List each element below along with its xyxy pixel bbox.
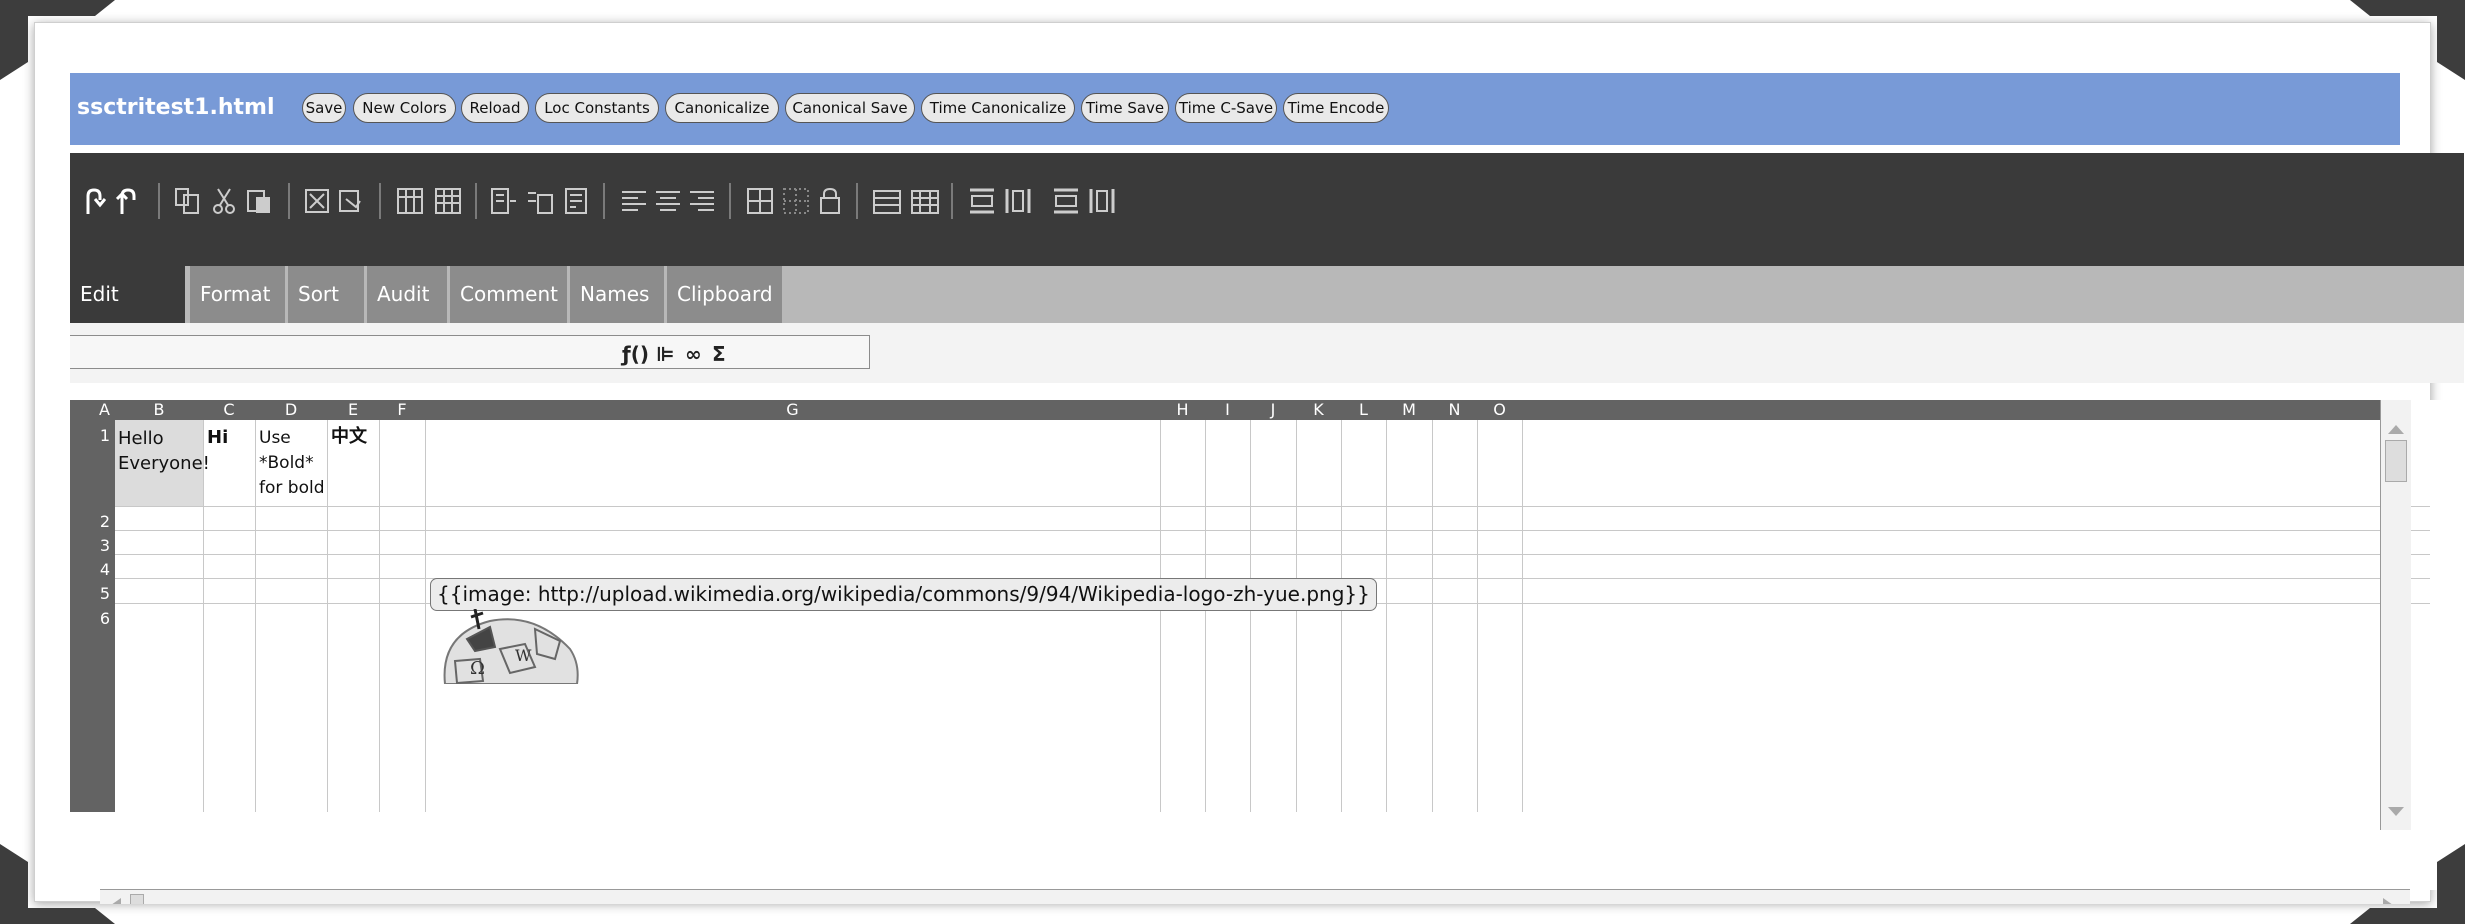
fill-down-icon[interactable]	[490, 187, 518, 215]
col-header-m[interactable]: M	[1386, 400, 1432, 420]
align-left-icon[interactable]	[620, 189, 648, 213]
col-header-k[interactable]: K	[1296, 400, 1341, 420]
delete-rows-icon[interactable]	[1052, 187, 1080, 215]
new-colors-button[interactable]: New Colors	[353, 93, 456, 123]
col-header-j[interactable]: J	[1250, 400, 1296, 420]
col-header-f[interactable]: F	[379, 400, 425, 420]
col-header-h[interactable]: H	[1160, 400, 1205, 420]
scroll-up-icon[interactable]	[2386, 422, 2406, 436]
no-borders-icon[interactable]	[782, 187, 810, 215]
row-header-5[interactable]: 5	[70, 584, 110, 603]
spreadsheet-app: ssctritest1.html Save New Colors Reload …	[70, 73, 2464, 904]
horizontal-scroll-thumb[interactable]	[130, 894, 144, 904]
tab-audit[interactable]: Audit	[367, 266, 447, 323]
formula-row: ƒ() ⊫ ∞ Σ	[70, 323, 2464, 383]
cut-icon[interactable]	[212, 187, 236, 215]
flag-icon[interactable]: ⊫	[656, 339, 674, 369]
canonical-save-button[interactable]: Canonical Save	[785, 93, 915, 123]
paste-formats-icon[interactable]	[338, 187, 364, 215]
cell-c1[interactable]: Hi	[207, 425, 228, 450]
col-header-a[interactable]: A	[94, 400, 115, 420]
frame-corner-top-left	[0, 0, 115, 80]
vertical-scroll-thumb[interactable]	[2385, 440, 2407, 482]
align-center-icon[interactable]	[654, 189, 682, 213]
insert-row-icon[interactable]	[396, 187, 424, 215]
frame-corner-bottom-left	[0, 844, 115, 924]
insert-cols-icon[interactable]	[1004, 187, 1032, 215]
column-header-bar: A B C D E F G H I J K L M N O	[70, 400, 2400, 420]
wikipedia-globe-image: Ω W	[443, 609, 579, 684]
merge-cells-icon[interactable]	[872, 189, 902, 215]
function-icon[interactable]: ƒ()	[622, 339, 649, 369]
loc-constants-button[interactable]: Loc Constants	[535, 93, 659, 123]
canonicalize-button[interactable]: Canonicalize	[665, 93, 779, 123]
tab-format[interactable]: Format	[190, 266, 285, 323]
cell-d1[interactable]: Use *Bold* for bold	[259, 426, 325, 501]
spreadsheet-grid: A B C D E F G H I J K L M N O 1 2 3 4 5 …	[70, 400, 2450, 904]
row-header-2[interactable]: 2	[70, 512, 110, 531]
reload-button[interactable]: Reload	[461, 93, 529, 123]
tab-comment[interactable]: Comment	[450, 266, 567, 323]
scroll-down-icon[interactable]	[2386, 805, 2406, 819]
col-header-e[interactable]: E	[327, 400, 379, 420]
row-header-1[interactable]: 1	[70, 426, 110, 445]
cell-grid[interactable]: Hello Everyone! Hi Use *Bold* for bold 中…	[115, 420, 2430, 812]
col-header-l[interactable]: L	[1341, 400, 1386, 420]
horizontal-scrollbar[interactable]	[100, 889, 2410, 904]
copy-icon[interactable]	[174, 187, 200, 215]
paste-icon[interactable]	[246, 187, 272, 215]
col-header-i[interactable]: I	[1205, 400, 1250, 420]
image-formula-text[interactable]: {{image: http://upload.wikimedia.org/wik…	[430, 578, 1377, 611]
insert-col-icon[interactable]	[434, 187, 462, 215]
tab-bar: Edit Format Sort Audit Comment Names Cli…	[70, 266, 2464, 323]
delete-cols-icon[interactable]	[1088, 187, 1116, 215]
title-bar: ssctritest1.html Save New Colors Reload …	[70, 73, 2400, 145]
tab-clipboard[interactable]: Clipboard	[667, 266, 782, 323]
undo-icon[interactable]	[82, 186, 106, 216]
redo-icon[interactable]	[116, 186, 140, 216]
align-right-icon[interactable]	[688, 189, 716, 213]
sum-icon[interactable]: Σ	[712, 339, 726, 369]
tab-names[interactable]: Names	[570, 266, 664, 323]
fill-icon[interactable]	[562, 187, 590, 215]
row-header-6[interactable]: 6	[70, 609, 110, 628]
cell-b1[interactable]: Hello Everyone!	[118, 426, 210, 476]
col-header-n[interactable]: N	[1432, 400, 1477, 420]
insert-rows-icon[interactable]	[968, 187, 996, 215]
tab-sort[interactable]: Sort	[288, 266, 364, 323]
row-header-4[interactable]: 4	[70, 560, 110, 579]
time-encode-button[interactable]: Time Encode	[1283, 93, 1389, 123]
time-canonicalize-button[interactable]: Time Canonicalize	[921, 93, 1075, 123]
file-name: ssctritest1.html	[77, 95, 275, 120]
col-header-g[interactable]: G	[425, 400, 1160, 420]
unmerge-cells-icon[interactable]	[910, 189, 940, 215]
svg-text:W: W	[515, 646, 532, 665]
frame-corner-top-right	[2350, 0, 2465, 80]
delete-icon[interactable]	[304, 188, 330, 214]
tab-edit[interactable]: Edit	[70, 266, 185, 323]
svg-text:Ω: Ω	[470, 658, 485, 679]
row-header-bar: 1 2 3 4 5 6	[70, 420, 115, 812]
formula-input[interactable]	[70, 335, 870, 369]
col-header-o[interactable]: O	[1477, 400, 1522, 420]
borders-icon[interactable]	[746, 187, 774, 215]
toolbar	[70, 153, 2464, 266]
col-header-c[interactable]: C	[203, 400, 255, 420]
fill-right-icon[interactable]	[526, 187, 554, 215]
time-save-button[interactable]: Time Save	[1081, 93, 1169, 123]
lock-icon[interactable]	[818, 186, 842, 216]
row-header-3[interactable]: 3	[70, 536, 110, 555]
frame-corner-bottom-right	[2350, 844, 2465, 924]
cell-e1[interactable]: 中文	[331, 424, 367, 449]
col-header-b[interactable]: B	[115, 400, 203, 420]
save-button[interactable]: Save	[302, 93, 346, 123]
link-icon[interactable]: ∞	[685, 339, 702, 369]
vertical-scrollbar[interactable]	[2380, 400, 2411, 830]
col-header-d[interactable]: D	[255, 400, 327, 420]
time-c-save-button[interactable]: Time C-Save	[1175, 93, 1277, 123]
